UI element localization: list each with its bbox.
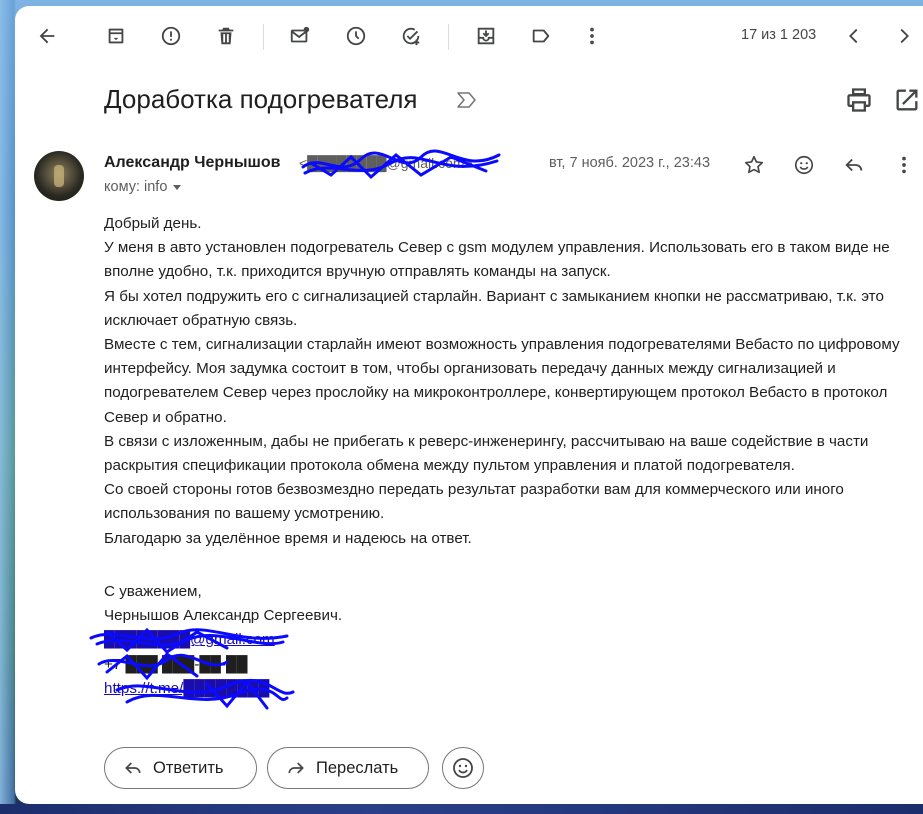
toolbar-divider [448, 24, 449, 50]
forward-icon [288, 762, 304, 774]
message-more-button[interactable] [889, 150, 919, 180]
add-reaction-button[interactable] [789, 150, 819, 180]
archive-icon [108, 28, 124, 44]
reply-label: Ответить [153, 758, 224, 777]
recipients-text: кому: info [104, 179, 168, 195]
toolbar: 17 из 1 203 [15, 6, 923, 66]
body-paragraph: Благодарю за уделённое время и надеюсь н… [104, 529, 472, 547]
trash-icon [218, 27, 234, 45]
clock-icon [346, 26, 366, 46]
body-paragraph: У меня в авто установлен подогреватель С… [104, 239, 890, 281]
smiley-icon [453, 758, 473, 778]
more-button[interactable] [574, 18, 610, 54]
message-counter: 17 из 1 203 [741, 27, 817, 43]
signature-telegram-link[interactable]: https://t.me/████████ [104, 677, 342, 701]
print-icon[interactable] [845, 86, 873, 114]
sender-name[interactable]: Александр Чернышов [104, 154, 280, 172]
mark-unread-icon [290, 26, 310, 43]
forward-label: Переслать [316, 758, 399, 777]
arrow-left-icon [39, 28, 55, 44]
add-task-button[interactable] [393, 18, 429, 54]
recipients-toggle[interactable]: кому: info [104, 179, 182, 195]
email-subject: Доработка подогревателя [104, 84, 418, 114]
label-button[interactable] [523, 18, 559, 54]
signature-regards: С уважением, [104, 583, 202, 600]
body-paragraph: В связи с изложенным, дабы не прибегать … [104, 432, 869, 475]
signature-phone: +7 ███ ███-██-██ [104, 655, 248, 673]
importance-marker-icon[interactable] [455, 90, 479, 110]
back-button[interactable] [29, 18, 65, 54]
message-body: Добрый день. У меня в авто установлен по… [104, 212, 904, 551]
label-icon [532, 29, 550, 43]
star-icon [744, 155, 764, 174]
next-message-button[interactable] [886, 18, 922, 54]
reply-button[interactable] [839, 150, 869, 180]
signature: С уважением, Чернышов Александр Сергееви… [104, 580, 342, 701]
email-view: 17 из 1 203 Доработка подогревателя Алек… [15, 6, 923, 804]
signature-name: Чернышов Александр Сергеевич. [104, 607, 343, 625]
forward-action-button[interactable]: Переслать [267, 747, 429, 789]
reply-icon [125, 762, 141, 774]
chevron-right-icon [900, 28, 909, 44]
prev-message-button[interactable] [836, 18, 872, 54]
delete-button[interactable] [208, 18, 244, 54]
report-spam-icon [161, 26, 181, 46]
reply-icon [845, 158, 863, 172]
body-paragraph: Добрый день. [104, 215, 202, 232]
body-paragraph: Вместе с тем, сигнализации старлайн имею… [104, 336, 900, 426]
move-to-icon [477, 27, 495, 45]
emoji-reaction-button[interactable] [442, 747, 484, 789]
reply-action-button[interactable]: Ответить [104, 747, 257, 789]
snooze-button[interactable] [338, 18, 374, 54]
add-task-icon [402, 27, 420, 46]
mark-unread-button[interactable] [282, 18, 318, 54]
more-vert-icon [902, 156, 906, 174]
caret-down-icon [173, 184, 182, 190]
signature-email-link[interactable]: ████████@gmail.com [104, 628, 342, 652]
sender-avatar[interactable] [34, 151, 84, 201]
toolbar-divider [263, 24, 264, 50]
report-spam-button[interactable] [153, 18, 189, 54]
open-in-new-window-icon[interactable] [893, 86, 921, 114]
message-date: вт, 7 нояб. 2023 г., 23:43 [549, 155, 711, 171]
taskbar-strip [0, 804, 923, 814]
archive-button[interactable] [98, 18, 134, 54]
body-paragraph: Со своей стороны готов безвозмездно пере… [104, 481, 844, 523]
sender-email: <████████@gmail.com> [299, 155, 473, 171]
smiley-icon [794, 155, 814, 175]
body-paragraph: Я бы хотел подружить его с сигнализацией… [104, 287, 884, 329]
move-to-button[interactable] [468, 18, 504, 54]
chevron-left-icon [849, 28, 858, 44]
star-button[interactable] [739, 150, 769, 180]
more-vert-icon [590, 27, 594, 45]
